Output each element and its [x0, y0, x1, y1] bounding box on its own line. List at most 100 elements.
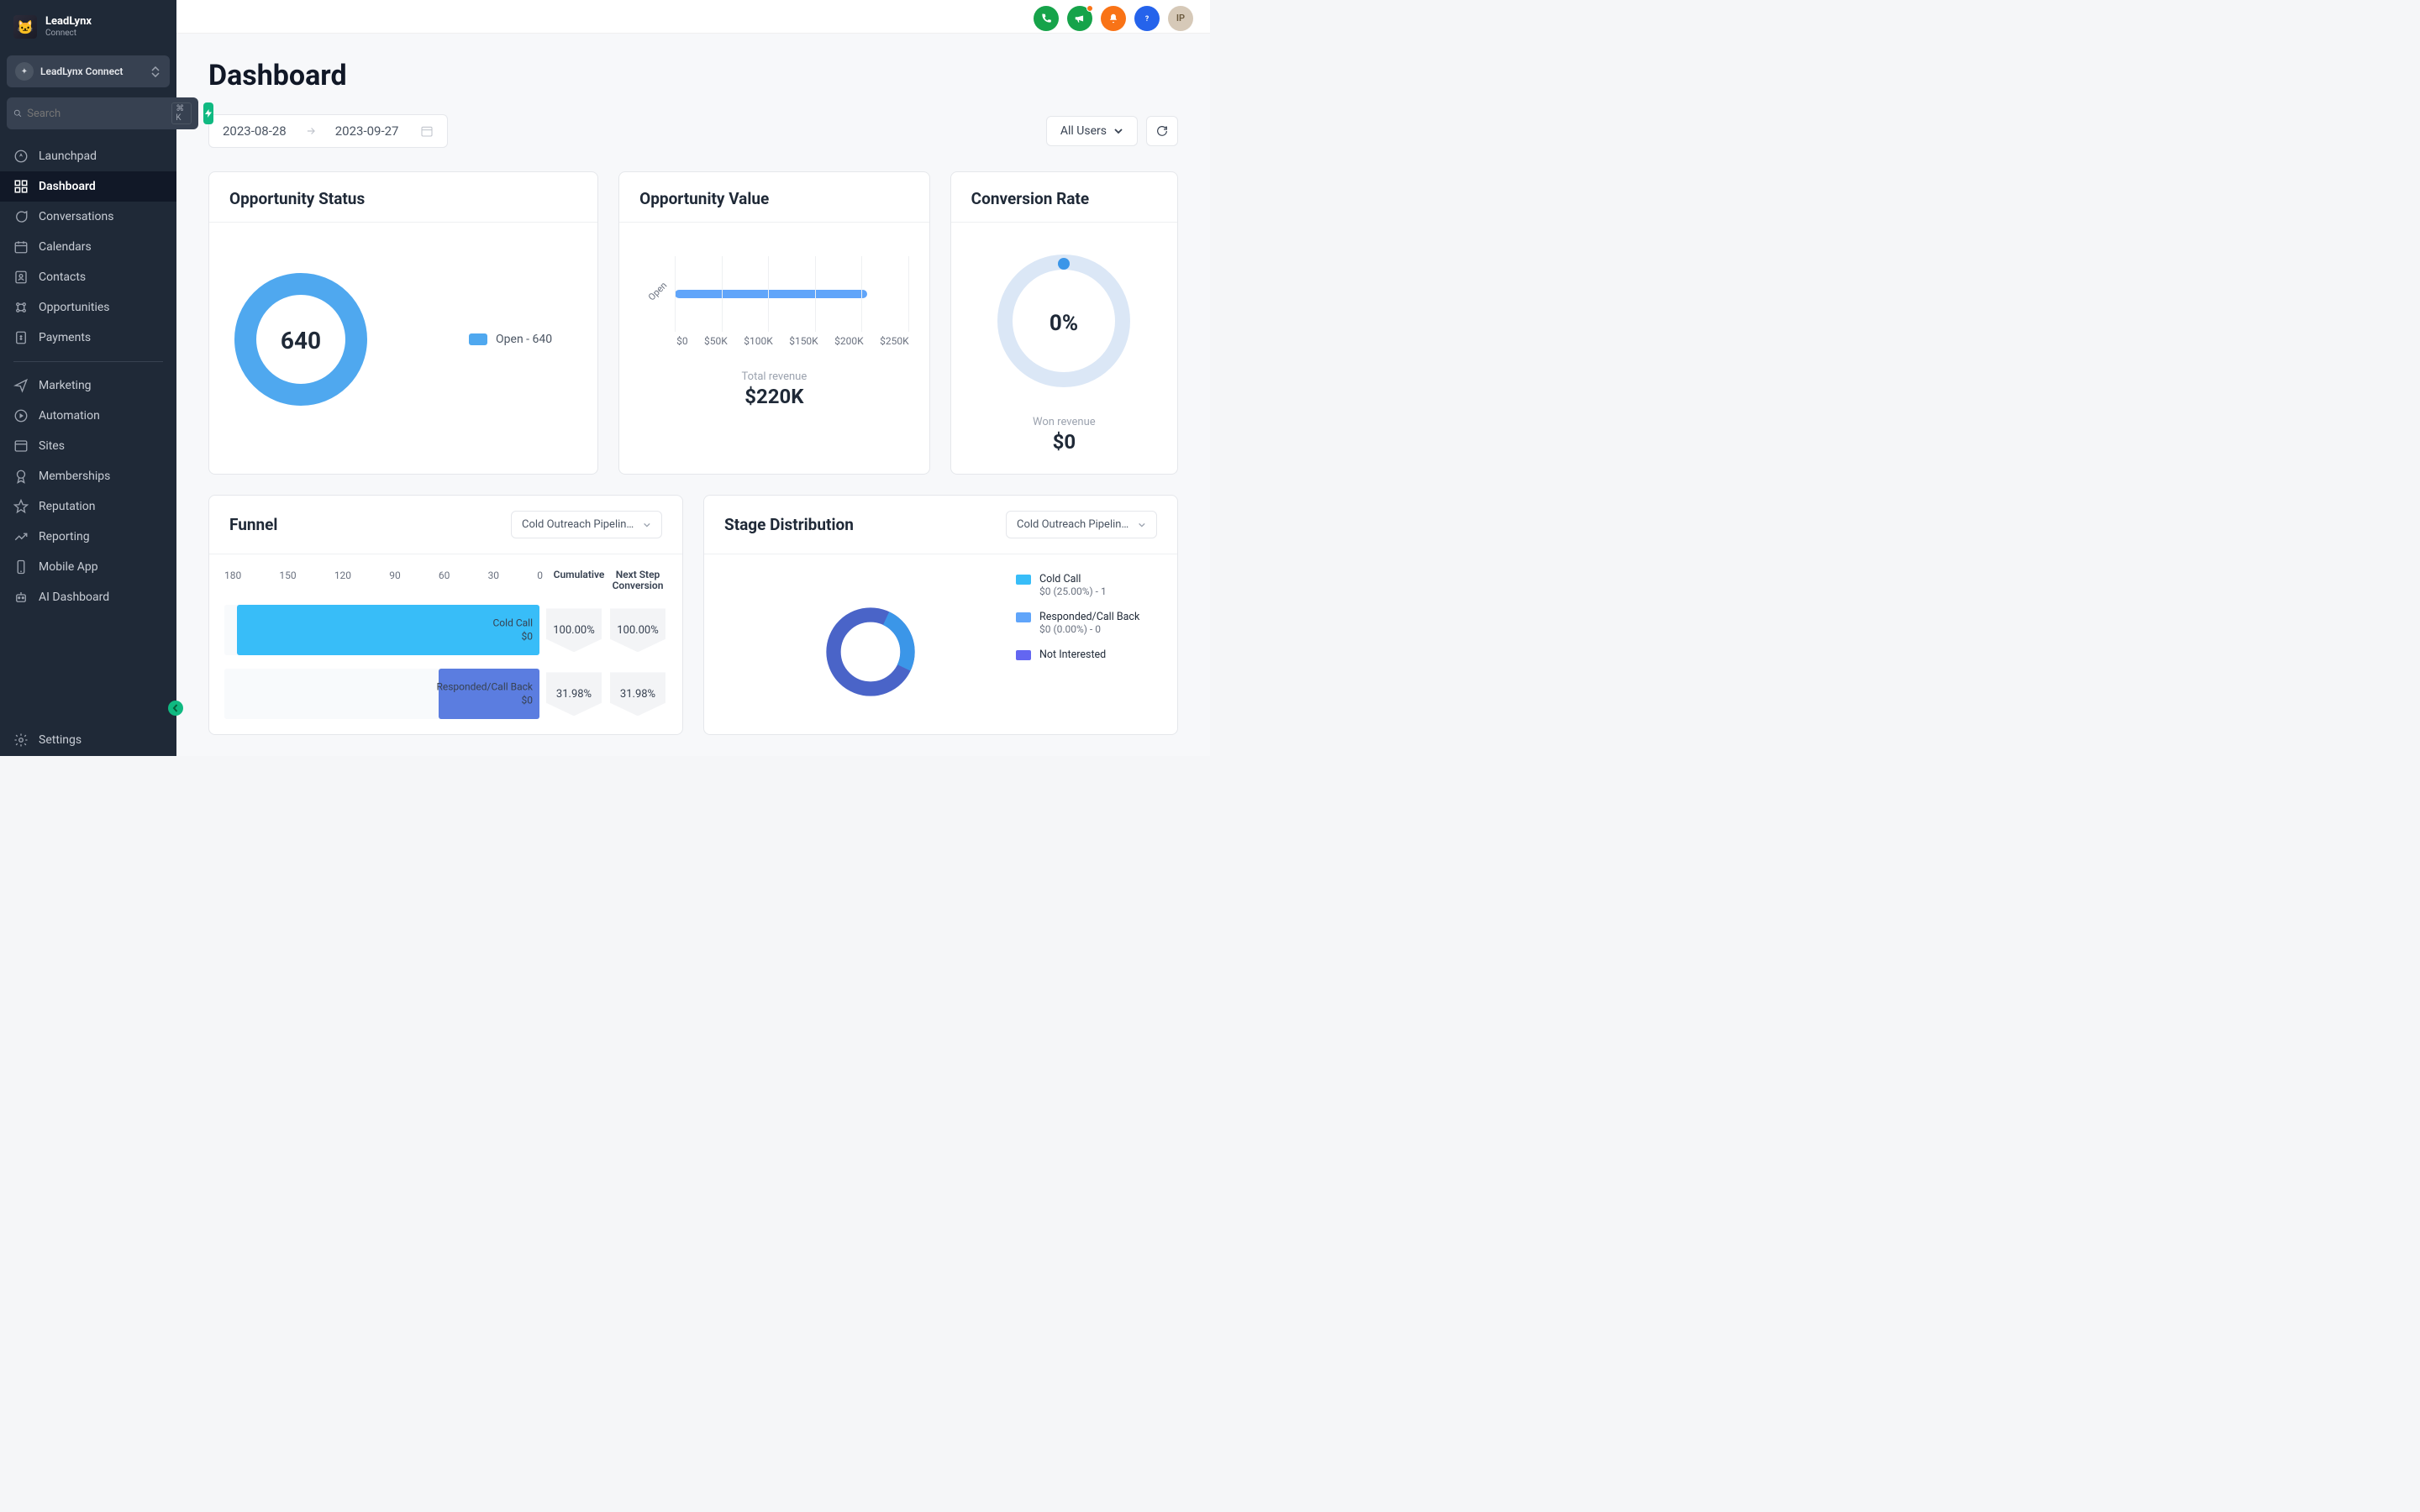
metric-label: Total revenue: [639, 370, 909, 383]
col-cumulative: Cumulative: [550, 570, 608, 591]
funnel-cumulative: 31.98%: [544, 669, 603, 719]
workspace-name: LeadLynx Connect: [40, 66, 145, 77]
sidebar-nav: Launchpad Dashboard Conversations Calend…: [0, 141, 176, 724]
workspace-switcher[interactable]: ✦ LeadLynx Connect: [7, 55, 170, 87]
arrow-right-icon: [305, 125, 317, 137]
nav-divider: [13, 361, 163, 362]
pipeline-select[interactable]: Cold Outreach Pipeline...: [511, 511, 662, 538]
sidebar-item-payments[interactable]: Payments: [0, 323, 176, 353]
search-icon: [13, 108, 22, 119]
search-input[interactable]: ⌘ K: [7, 97, 198, 129]
pipeline-select[interactable]: Cold Outreach Pipeline...: [1006, 511, 1157, 538]
sidebar-item-dashboard[interactable]: Dashboard: [0, 171, 176, 202]
legend-swatch-icon: [469, 333, 487, 345]
calendar-icon: [13, 239, 29, 255]
sidebar-item-automation[interactable]: Automation: [0, 401, 176, 431]
bell-icon: [1107, 13, 1119, 24]
user-avatar[interactable]: IP: [1168, 6, 1193, 31]
sidebar: 🐱 LeadLynx Connect ✦ LeadLynx Connect ⌘ …: [0, 0, 176, 756]
metric-value: $0: [971, 430, 1157, 454]
sidebar-item-label: Reputation: [39, 500, 96, 513]
sidebar-item-mobile[interactable]: Mobile App: [0, 552, 176, 582]
automation-icon: [13, 408, 29, 423]
metric-value: $220K: [639, 385, 909, 408]
robot-icon: [13, 590, 29, 605]
col-next-step: Next Step Conversion: [608, 570, 667, 591]
quick-actions-button[interactable]: [203, 102, 213, 124]
sidebar-item-reporting[interactable]: Reporting: [0, 522, 176, 552]
sidebar-item-label: Marketing: [39, 379, 92, 392]
contacts-icon: [13, 270, 29, 285]
phone-icon: [1040, 13, 1052, 24]
refresh-icon: [1155, 124, 1169, 138]
collapse-sidebar-button[interactable]: [168, 701, 183, 716]
sidebar-item-reputation[interactable]: Reputation: [0, 491, 176, 522]
pipeline-label: Cold Outreach Pipeline...: [522, 518, 638, 531]
sidebar-item-memberships[interactable]: Memberships: [0, 461, 176, 491]
card-title: Opportunity Status: [209, 172, 597, 223]
funnel-cumulative: 100.00%: [544, 605, 603, 655]
mobile-icon: [13, 559, 29, 575]
lightning-icon: [203, 108, 213, 119]
funnel-axis: 1801501209060300: [224, 570, 550, 591]
funnel-row: Responded/Call Back$0 31.98% 31.98%: [224, 669, 667, 719]
sidebar-item-label: Settings: [39, 733, 82, 747]
refresh-button[interactable]: [1146, 116, 1178, 146]
badge-icon: [13, 469, 29, 484]
legend-swatch-icon: [1016, 612, 1031, 622]
card-conversion-rate: Conversion Rate 0% Won revenue $0: [950, 171, 1178, 475]
brand-row: 🐱 LeadLynx Connect: [0, 0, 176, 49]
chat-icon: [13, 209, 29, 224]
metric-label: Won revenue: [971, 416, 1157, 428]
sidebar-item-contacts[interactable]: Contacts: [0, 262, 176, 292]
card-opportunity-value: Opportunity Value Open $0 $50K: [618, 171, 930, 475]
legend-label: Open - 640: [496, 333, 552, 346]
sidebar-item-label: Contacts: [39, 270, 86, 284]
sites-icon: [13, 438, 29, 454]
help-button[interactable]: ?: [1134, 6, 1160, 31]
sidebar-item-opportunities[interactable]: Opportunities: [0, 292, 176, 323]
legend-item: Open - 640: [469, 333, 552, 346]
sidebar-item-sites[interactable]: Sites: [0, 431, 176, 461]
notifications-button[interactable]: [1101, 6, 1126, 31]
pipeline-label: Cold Outreach Pipeline...: [1017, 518, 1133, 531]
sidebar-item-label: Reporting: [39, 530, 90, 543]
sidebar-item-label: Dashboard: [39, 180, 96, 193]
date-range-picker[interactable]: 2023-08-28 2023-09-27: [208, 114, 448, 148]
avatar-initials: IP: [1176, 13, 1185, 24]
legend-swatch-icon: [1016, 650, 1031, 660]
page-title: Dashboard: [208, 59, 1178, 92]
phone-button[interactable]: [1034, 6, 1059, 31]
funnel-stage-amount: $0: [493, 630, 534, 643]
sidebar-item-settings[interactable]: Settings: [0, 724, 176, 756]
megaphone-icon: [1074, 13, 1086, 24]
donut-chart: 640: [229, 268, 372, 411]
card-title: Funnel: [229, 515, 277, 534]
brand-subtitle: Connect: [45, 29, 92, 38]
chevron-down-icon: [643, 521, 651, 529]
users-filter[interactable]: All Users: [1046, 116, 1138, 146]
gauge-percent: 0%: [1050, 311, 1078, 336]
sidebar-item-label: Mobile App: [39, 560, 98, 574]
payments-icon: [13, 330, 29, 345]
sidebar-item-marketing[interactable]: Marketing: [0, 370, 176, 401]
card-funnel: Funnel Cold Outreach Pipeline... 1801501…: [208, 495, 683, 735]
announce-button[interactable]: [1067, 6, 1092, 31]
date-start: 2023-08-28: [223, 123, 287, 139]
legend-item: Responded/Call Back$0 (0.00%) - 0: [1016, 611, 1157, 635]
sidebar-item-label: Sites: [39, 439, 65, 453]
sidebar-item-ai[interactable]: AI Dashboard: [0, 582, 176, 612]
sidebar-item-calendars[interactable]: Calendars: [0, 232, 176, 262]
sidebar-item-launchpad[interactable]: Launchpad: [0, 141, 176, 171]
funnel-stage-name: Cold Call: [493, 617, 534, 631]
sidebar-item-conversations[interactable]: Conversations: [0, 202, 176, 232]
search-shortcut: ⌘ K: [171, 102, 192, 124]
users-filter-label: All Users: [1060, 124, 1107, 138]
funnel-stage-name: Responded/Call Back: [436, 681, 533, 695]
sidebar-item-label: AI Dashboard: [39, 591, 109, 604]
card-opportunity-status: Opportunity Status 640 Open - 640: [208, 171, 598, 475]
calendar-icon: [420, 124, 434, 138]
date-end: 2023-09-27: [335, 123, 399, 139]
trend-icon: [13, 529, 29, 544]
card-title: Opportunity Value: [619, 172, 929, 223]
